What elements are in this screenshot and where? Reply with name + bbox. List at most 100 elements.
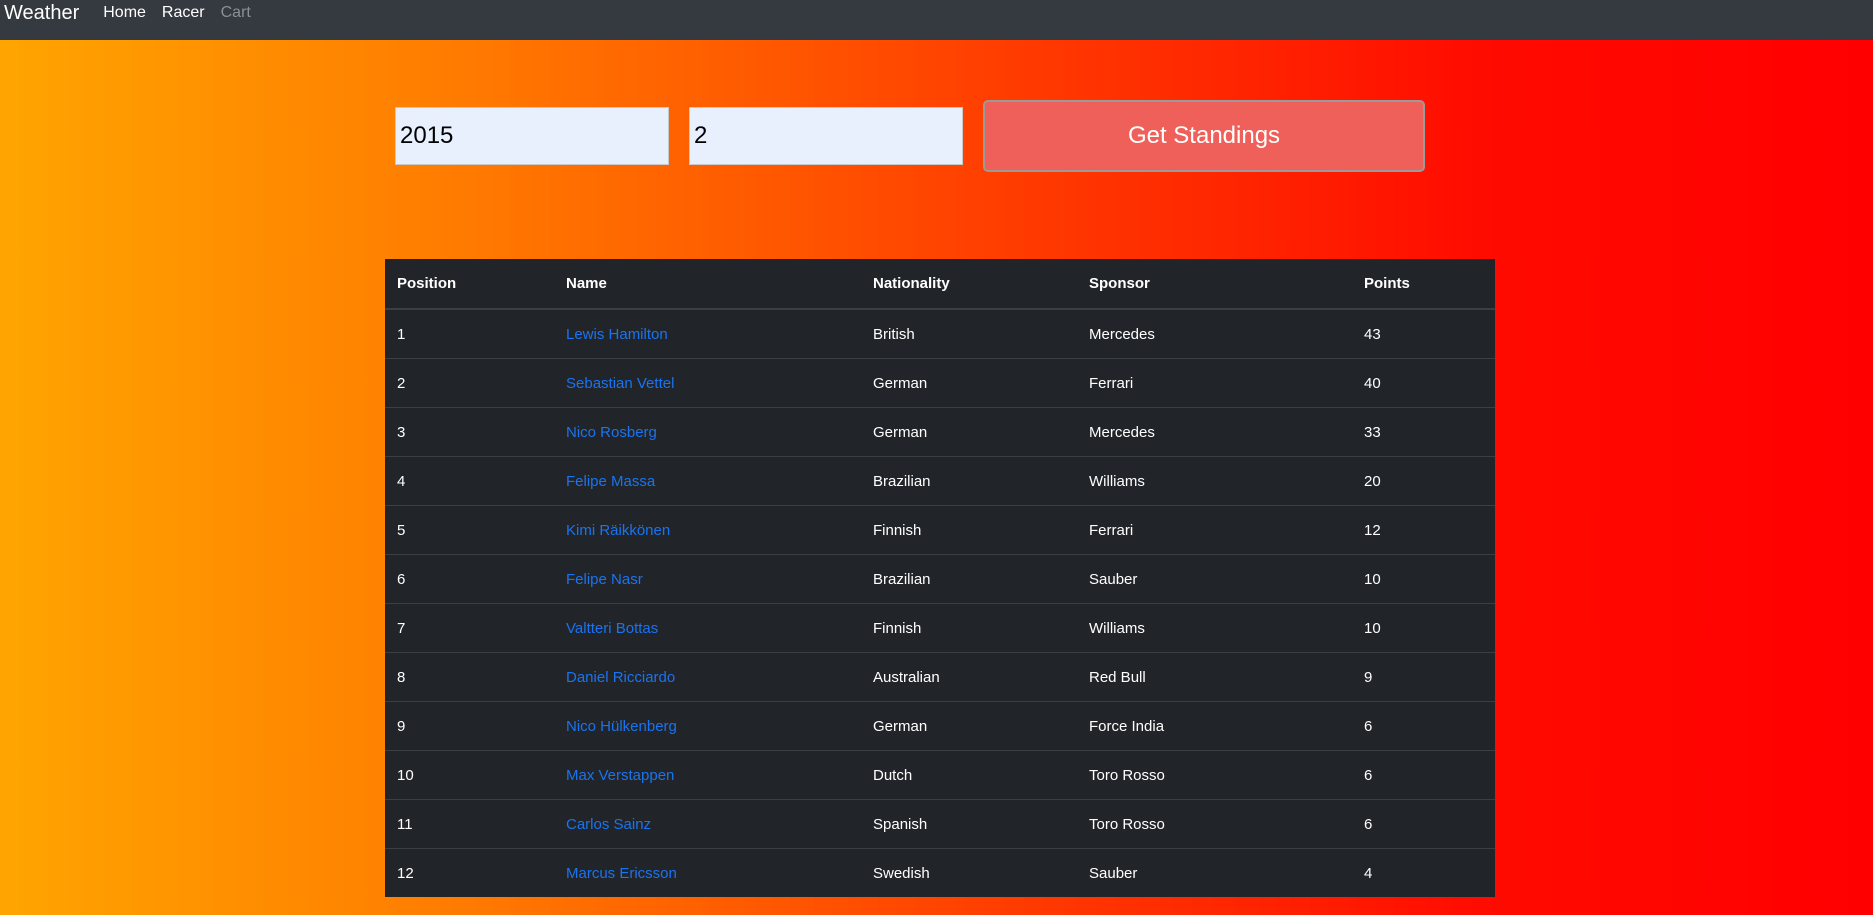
cell-nationality: Dutch <box>861 750 1077 800</box>
racer-name-link[interactable]: Sebastian Vettel <box>566 375 674 392</box>
table-row: 5 Kimi Räikkönen Finnish Ferrari 12 <box>385 505 1495 555</box>
cell-points: 4 <box>1352 848 1495 897</box>
cell-position: 1 <box>385 308 554 359</box>
table-row: 9 Nico Hülkenberg German Force India 6 <box>385 701 1495 751</box>
header-row: Position Name Nationality Sponsor Points <box>385 259 1495 310</box>
cell-name: Valtteri Bottas <box>554 603 861 653</box>
cell-points: 6 <box>1352 799 1495 849</box>
year-input[interactable] <box>395 107 669 165</box>
table-row: 2 Sebastian Vettel German Ferrari 40 <box>385 358 1495 408</box>
cell-sponsor: Sauber <box>1077 848 1352 897</box>
cell-sponsor: Ferrari <box>1077 505 1352 555</box>
cell-points: 12 <box>1352 505 1495 555</box>
cell-nationality: German <box>861 358 1077 408</box>
cell-points: 6 <box>1352 701 1495 751</box>
cell-nationality: Spanish <box>861 799 1077 849</box>
cell-points: 6 <box>1352 750 1495 800</box>
cell-name: Sebastian Vettel <box>554 358 861 408</box>
cell-sponsor: Toro Rosso <box>1077 799 1352 849</box>
cell-name: Max Verstappen <box>554 750 861 800</box>
racer-name-link[interactable]: Max Verstappen <box>566 767 674 784</box>
cell-name: Nico Rosberg <box>554 407 861 457</box>
cell-sponsor: Toro Rosso <box>1077 750 1352 800</box>
header-position: Position <box>385 259 554 310</box>
cell-points: 43 <box>1352 308 1495 359</box>
cell-position: 6 <box>385 554 554 604</box>
cell-name: Felipe Nasr <box>554 554 861 604</box>
get-standings-button[interactable]: Get Standings <box>983 100 1425 172</box>
cell-nationality: Brazilian <box>861 554 1077 604</box>
cell-name: Lewis Hamilton <box>554 308 861 359</box>
table-row: 4 Felipe Massa Brazilian Williams 20 <box>385 456 1495 506</box>
table-row: 11 Carlos Sainz Spanish Toro Rosso 6 <box>385 799 1495 849</box>
brand-link[interactable]: Weather <box>4 2 79 25</box>
racer-name-link[interactable]: Nico Hülkenberg <box>566 718 677 735</box>
header-points: Points <box>1352 259 1495 310</box>
cell-sponsor: Mercedes <box>1077 407 1352 457</box>
cell-points: 10 <box>1352 603 1495 653</box>
nav-link-home[interactable]: Home <box>103 4 146 22</box>
cell-points: 10 <box>1352 554 1495 604</box>
table-row: 3 Nico Rosberg German Mercedes 33 <box>385 407 1495 457</box>
cell-sponsor: Force India <box>1077 701 1352 751</box>
cell-position: 8 <box>385 652 554 702</box>
cell-sponsor: Sauber <box>1077 554 1352 604</box>
cell-nationality: Finnish <box>861 505 1077 555</box>
cell-points: 33 <box>1352 407 1495 457</box>
nav-link-cart[interactable]: Cart <box>221 4 251 22</box>
cell-position: 5 <box>385 505 554 555</box>
cell-sponsor: Williams <box>1077 603 1352 653</box>
racer-name-link[interactable]: Felipe Massa <box>566 473 655 490</box>
racer-name-link[interactable]: Valtteri Bottas <box>566 620 658 637</box>
header-sponsor: Sponsor <box>1077 259 1352 310</box>
table-row: 6 Felipe Nasr Brazilian Sauber 10 <box>385 554 1495 604</box>
cell-name: Nico Hülkenberg <box>554 701 861 751</box>
racer-name-link[interactable]: Felipe Nasr <box>566 571 643 588</box>
table-row: 8 Daniel Ricciardo Australian Red Bull 9 <box>385 652 1495 702</box>
racer-name-link[interactable]: Daniel Ricciardo <box>566 669 675 686</box>
cell-name: Felipe Massa <box>554 456 861 506</box>
header-name: Name <box>554 259 861 310</box>
cell-position: 4 <box>385 456 554 506</box>
table-row: 12 Marcus Ericsson Swedish Sauber 4 <box>385 848 1495 897</box>
cell-nationality: British <box>861 308 1077 359</box>
racer-name-link[interactable]: Carlos Sainz <box>566 816 651 833</box>
cell-name: Kimi Räikkönen <box>554 505 861 555</box>
cell-sponsor: Mercedes <box>1077 308 1352 359</box>
round-input[interactable] <box>689 107 963 165</box>
cell-sponsor: Red Bull <box>1077 652 1352 702</box>
cell-nationality: German <box>861 407 1077 457</box>
nav-link-racer[interactable]: Racer <box>162 4 205 22</box>
cell-name: Marcus Ericsson <box>554 848 861 897</box>
cell-points: 40 <box>1352 358 1495 408</box>
cell-position: 9 <box>385 701 554 751</box>
navbar: Weather Home Racer Cart <box>0 0 1873 40</box>
cell-nationality: Swedish <box>861 848 1077 897</box>
cell-position: 10 <box>385 750 554 800</box>
standings-table-container: Position Name Nationality Sponsor Points… <box>385 259 1495 897</box>
racer-name-link[interactable]: Kimi Räikkönen <box>566 522 670 539</box>
cell-position: 3 <box>385 407 554 457</box>
cell-nationality: Finnish <box>861 603 1077 653</box>
cell-position: 2 <box>385 358 554 408</box>
table-header: Position Name Nationality Sponsor Points <box>385 259 1495 310</box>
table-row: 10 Max Verstappen Dutch Toro Rosso 6 <box>385 750 1495 800</box>
cell-name: Daniel Ricciardo <box>554 652 861 702</box>
racer-name-link[interactable]: Lewis Hamilton <box>566 326 668 343</box>
cell-sponsor: Williams <box>1077 456 1352 506</box>
cell-points: 9 <box>1352 652 1495 702</box>
standings-table: Position Name Nationality Sponsor Points… <box>385 259 1495 897</box>
cell-sponsor: Ferrari <box>1077 358 1352 408</box>
table-body: 1 Lewis Hamilton British Mercedes 43 2 Sebasti… <box>385 308 1495 897</box>
racer-name-link[interactable]: Marcus Ericsson <box>566 865 677 882</box>
cell-nationality: Australian <box>861 652 1077 702</box>
cell-name: Carlos Sainz <box>554 799 861 849</box>
racer-name-link[interactable]: Nico Rosberg <box>566 424 657 441</box>
cell-position: 7 <box>385 603 554 653</box>
table-row: 7 Valtteri Bottas Finnish Williams 10 <box>385 603 1495 653</box>
cell-nationality: Brazilian <box>861 456 1077 506</box>
standings-form: Get Standings <box>395 100 1425 172</box>
cell-nationality: German <box>861 701 1077 751</box>
table-row: 1 Lewis Hamilton British Mercedes 43 <box>385 308 1495 359</box>
header-nationality: Nationality <box>861 259 1077 310</box>
